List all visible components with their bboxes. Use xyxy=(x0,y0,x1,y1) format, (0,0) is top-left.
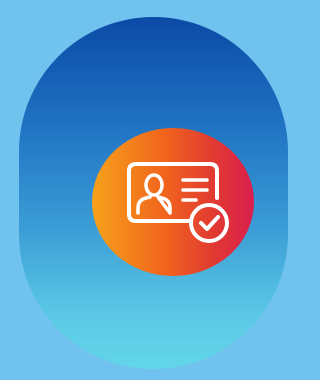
id-card-verified-icon xyxy=(127,162,229,243)
card-outline xyxy=(127,162,219,223)
check-circle-icon xyxy=(189,203,229,243)
icon-badge xyxy=(92,128,254,276)
person-head xyxy=(144,173,164,197)
checkmark-icon xyxy=(199,215,220,231)
person-body xyxy=(136,195,172,215)
app-icon-tile xyxy=(19,17,288,369)
